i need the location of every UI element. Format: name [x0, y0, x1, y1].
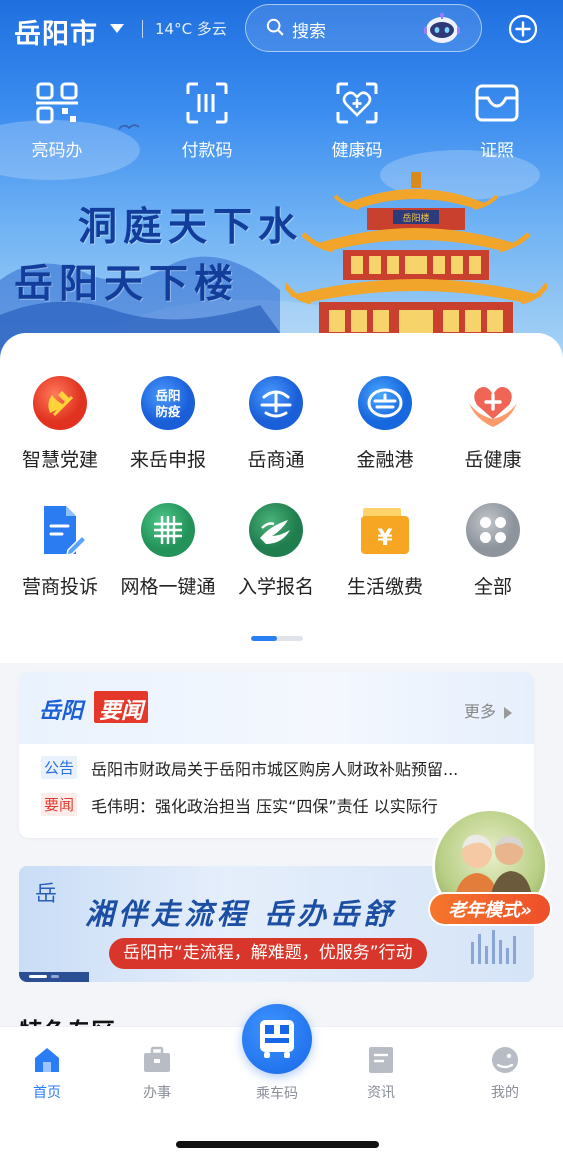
app-business-complaint[interactable]: 营商投诉 — [5, 502, 115, 612]
search-input[interactable]: 搜索 — [245, 4, 482, 52]
quick-action-show-code[interactable]: 亮码办 — [12, 80, 102, 170]
app-all[interactable]: 全部 — [438, 502, 548, 612]
banner-page-indicator — [19, 972, 89, 982]
quick-action-label: 健康码 — [331, 141, 383, 161]
briefcase-icon — [144, 1046, 170, 1072]
quick-action-pay-code[interactable]: 付款码 — [162, 80, 252, 170]
assistant-robot-icon[interactable] — [424, 11, 460, 45]
tab-services[interactable]: 办事 — [122, 1045, 192, 1102]
health-heart-icon — [469, 387, 517, 427]
news-icon — [369, 1047, 393, 1073]
chevron-right-icon — [504, 706, 512, 719]
app-label: 全部 — [473, 576, 512, 598]
app-label: 岳健康 — [464, 449, 522, 471]
hero-banner: 岳阳市 14°C 多云 搜索 亮码办 付款码 健康码 证照 洞庭天下水 岳阳天下… — [0, 0, 563, 360]
app-finance-harbor[interactable]: 金融港 — [330, 375, 440, 485]
search-icon — [266, 18, 284, 36]
app-utility-payment[interactable]: ¥ 生活缴费 — [330, 502, 440, 612]
quick-action-label: 亮码办 — [31, 141, 83, 161]
app-yue-business[interactable]: 岳商通 — [221, 375, 331, 485]
bus-code-icon — [260, 1020, 294, 1058]
news-tag: 公告 — [41, 756, 78, 779]
app-yue-health[interactable]: 岳健康 — [438, 375, 548, 485]
bill-payment-icon: ¥ — [361, 508, 409, 554]
slogan-line: 岳阳天下楼 — [14, 261, 240, 307]
pay-code-icon — [186, 82, 228, 124]
senior-mode-button[interactable]: 老年模式» — [428, 808, 552, 930]
home-indicator — [176, 1141, 379, 1148]
tab-home[interactable]: 首页 — [12, 1045, 82, 1102]
banner-title: 湘伴走流程 岳办岳舒 — [85, 897, 397, 931]
quick-action-label: 证照 — [480, 141, 514, 161]
weather-info: 14°C 多云 — [155, 20, 227, 38]
tab-label: 资讯 — [367, 1085, 395, 1101]
tab-profile[interactable]: 我的 — [470, 1045, 540, 1102]
city-selector[interactable]: 岳阳市 — [14, 12, 98, 51]
app-smart-party-building[interactable]: 智慧党建 — [5, 375, 115, 485]
app-label: 入学报名 — [237, 576, 314, 598]
quick-action-label: 付款码 — [181, 141, 233, 161]
school-bird-icon — [249, 503, 303, 557]
news-headline: 岳阳市财政局关于岳阳市城区购房人财政补贴预留... — [91, 760, 459, 779]
top-bar: 岳阳市 14°C 多云 搜索 — [0, 0, 563, 60]
tab-label: 乘车码 — [256, 1086, 298, 1102]
epidemic-prevention-icon: 岳阳 防疫 — [141, 376, 195, 430]
news-brand: 岳阳 — [39, 699, 84, 724]
yueyang-tower-illustration: 岳阳楼 — [285, 172, 547, 360]
svg-text:防疫: 防疫 — [155, 404, 181, 419]
grid-icon — [141, 503, 195, 557]
tab-news[interactable]: 资讯 — [346, 1045, 416, 1102]
complaint-doc-icon — [44, 506, 88, 556]
news-tag: 要闻 — [41, 793, 78, 816]
app-label: 智慧党建 — [21, 449, 98, 471]
slogan-line: 洞庭天下水 — [78, 204, 304, 250]
app-label: 金融港 — [356, 449, 414, 471]
add-button[interactable] — [508, 14, 538, 44]
quick-action-health-code[interactable]: 健康码 — [312, 80, 402, 170]
quick-action-certificates[interactable]: 证照 — [452, 80, 542, 170]
app-label: 来岳申报 — [129, 449, 206, 471]
app-school-enrollment[interactable]: 入学报名 — [221, 502, 331, 612]
search-placeholder: 搜索 — [292, 22, 326, 42]
app-yueyang-epidemic-report[interactable]: 岳阳 防疫 来岳申报 — [113, 375, 223, 485]
app-label: 岳商通 — [247, 449, 305, 471]
business-icon — [249, 376, 303, 430]
divider — [142, 20, 143, 38]
party-building-icon — [33, 376, 87, 430]
tab-bus-code[interactable] — [242, 1004, 312, 1074]
chevron-down-icon[interactable] — [110, 24, 124, 33]
app-label: 网格一键通 — [120, 576, 216, 598]
tab-label: 办事 — [143, 1085, 171, 1101]
banner-subtitle: 岳阳市“走流程，解难题，优服务”行动 — [109, 938, 427, 969]
profile-icon — [492, 1047, 518, 1073]
news-header: 岳阳 要闻 更多 — [19, 672, 534, 744]
svg-text:岳阳: 岳阳 — [155, 388, 180, 403]
bird-icon — [118, 124, 140, 130]
qr-scan-icon — [36, 82, 78, 124]
news-item[interactable]: 公告 岳阳市财政局关于岳阳市城区购房人财政补贴预留... — [41, 756, 511, 782]
tab-label: 首页 — [33, 1085, 61, 1101]
app-grid-one-click[interactable]: 网格一键通 — [113, 502, 223, 612]
banner-logo: 岳 — [35, 882, 58, 907]
finance-icon — [358, 376, 412, 430]
app-label: 营商投诉 — [21, 576, 98, 598]
news-brand-highlight: 要闻 — [94, 691, 149, 724]
home-icon — [35, 1048, 59, 1072]
bar-decoration — [471, 930, 516, 964]
more-link[interactable]: 更多 — [464, 698, 512, 722]
more-label: 更多 — [463, 702, 496, 721]
senior-mode-label: 老年模式» — [428, 892, 552, 926]
page-indicator — [251, 636, 303, 641]
svg-text:¥: ¥ — [377, 526, 393, 551]
tower-plaque: 岳阳楼 — [402, 212, 429, 224]
health-code-icon — [336, 82, 378, 124]
tab-label: 我的 — [491, 1085, 519, 1101]
all-apps-icon — [466, 503, 520, 557]
id-card-icon — [475, 84, 519, 122]
app-label: 生活缴费 — [346, 576, 423, 598]
